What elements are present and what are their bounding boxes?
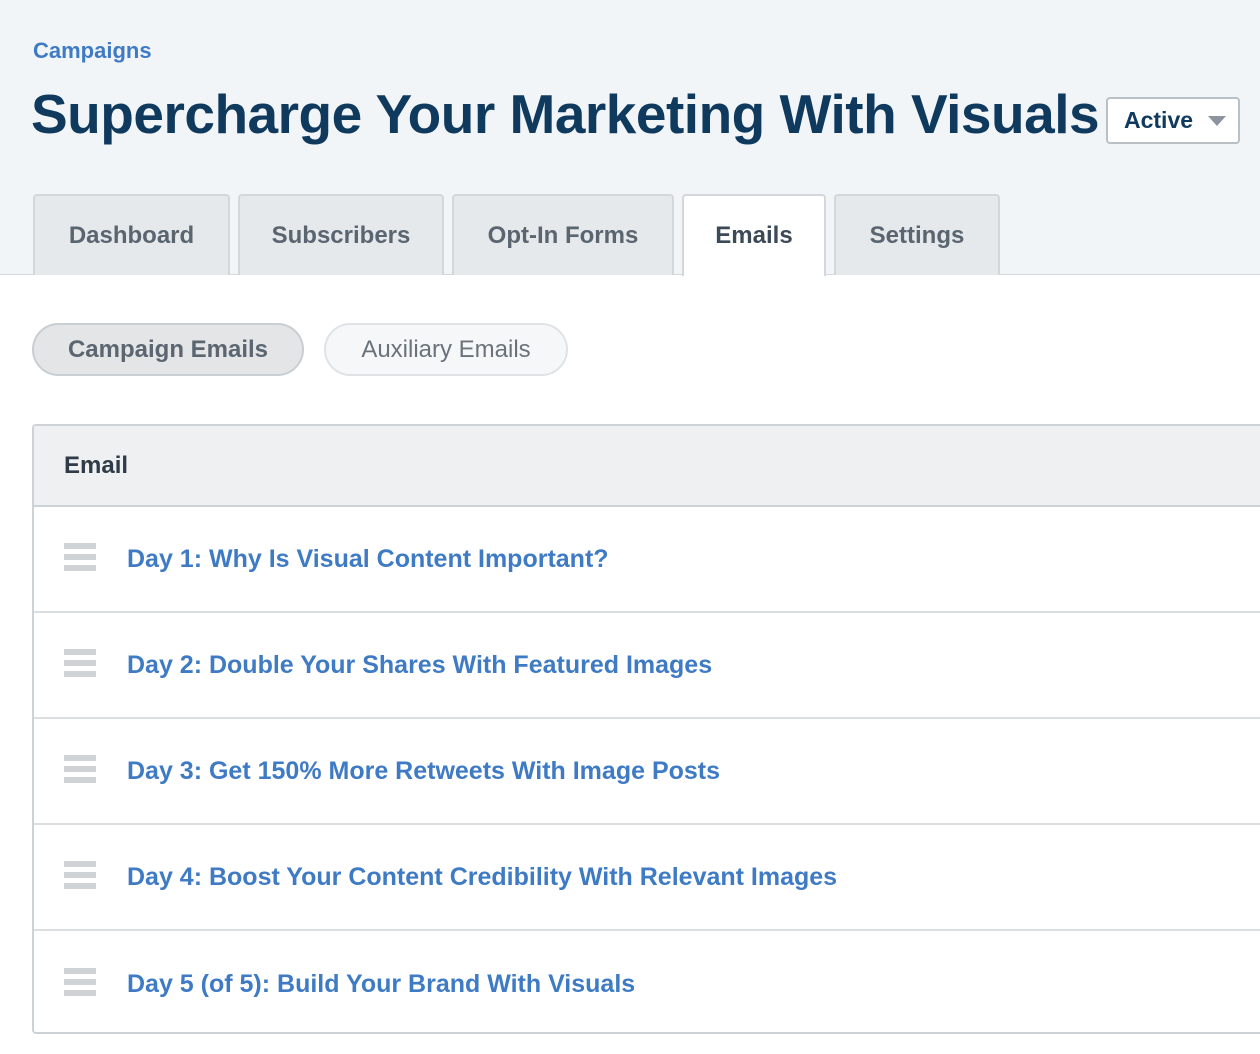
tab-opt-in-forms[interactable]: Opt-In Forms xyxy=(452,194,674,275)
drag-handle-icon[interactable] xyxy=(64,968,96,1000)
email-link[interactable]: Day 2: Double Your Shares With Featured … xyxy=(127,651,712,680)
email-link[interactable]: Day 3: Get 150% More Retweets With Image… xyxy=(127,757,720,786)
breadcrumb-campaigns[interactable]: Campaigns xyxy=(33,38,152,64)
drag-handle-icon[interactable] xyxy=(64,861,96,893)
status-dropdown[interactable]: Active xyxy=(1106,97,1240,144)
tab-emails[interactable]: Emails xyxy=(682,194,826,276)
drag-handle-icon[interactable] xyxy=(64,543,96,575)
table-row: Day 4: Boost Your Content Credibility Wi… xyxy=(34,825,1260,931)
campaign-header: Campaigns Supercharge Your Marketing Wit… xyxy=(0,0,1260,276)
table-row: Day 3: Get 150% More Retweets With Image… xyxy=(34,719,1260,825)
drag-handle-icon[interactable] xyxy=(64,649,96,681)
tab-dashboard[interactable]: Dashboard xyxy=(33,194,230,275)
pill-campaign-emails[interactable]: Campaign Emails xyxy=(32,323,304,376)
table-row: Day 5 (of 5): Build Your Brand With Visu… xyxy=(34,931,1260,1037)
table-row: Day 2: Double Your Shares With Featured … xyxy=(34,613,1260,719)
table-header-email: Email xyxy=(34,426,1260,507)
page-title: Supercharge Your Marketing With Visuals xyxy=(31,83,1100,145)
email-link[interactable]: Day 4: Boost Your Content Credibility Wi… xyxy=(127,863,837,892)
drag-handle-icon[interactable] xyxy=(64,755,96,787)
table-row: Day 1: Why Is Visual Content Important? xyxy=(34,507,1260,613)
pill-auxiliary-emails[interactable]: Auxiliary Emails xyxy=(324,323,568,376)
email-link[interactable]: Day 5 (of 5): Build Your Brand With Visu… xyxy=(127,970,635,999)
email-link[interactable]: Day 1: Why Is Visual Content Important? xyxy=(127,545,609,574)
status-dropdown-value: Active xyxy=(1124,107,1194,133)
tab-settings[interactable]: Settings xyxy=(834,194,1000,275)
caret-down-icon xyxy=(1208,116,1226,126)
emails-table: Email Day 1: Why Is Visual Content Impor… xyxy=(32,424,1260,1034)
tab-subscribers[interactable]: Subscribers xyxy=(238,194,444,275)
